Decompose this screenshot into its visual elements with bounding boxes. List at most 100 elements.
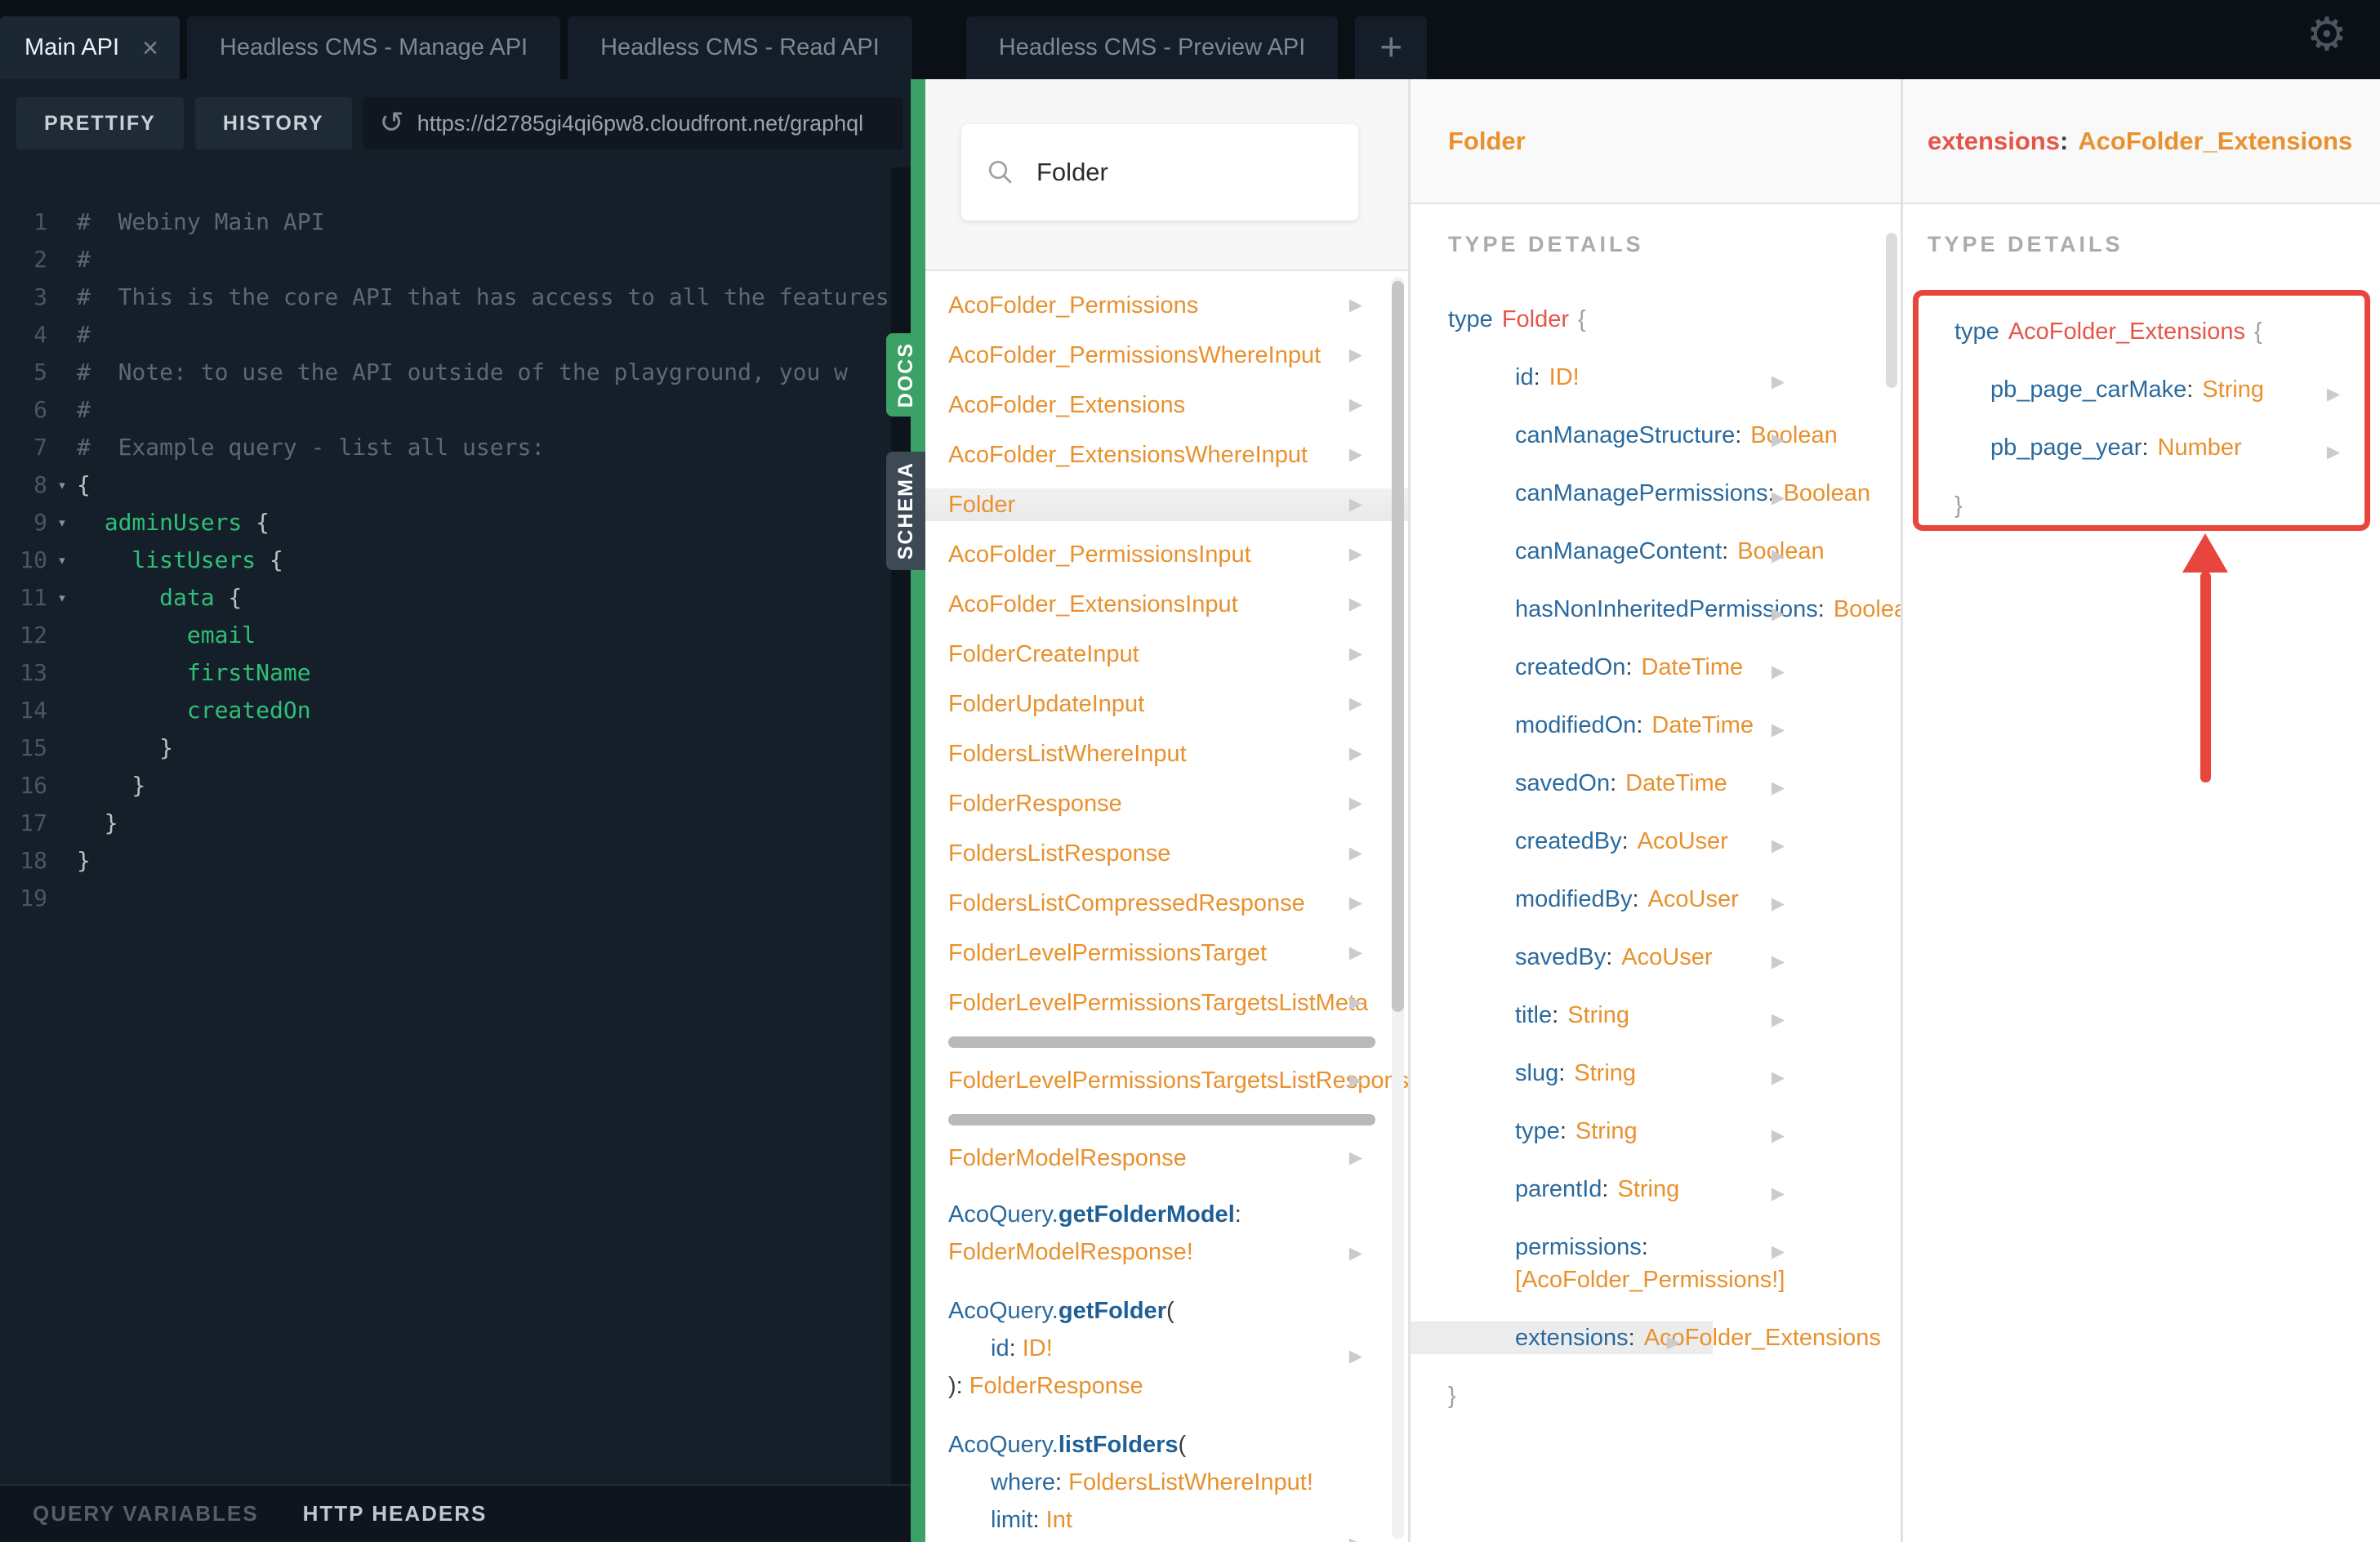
- fold-marker-icon[interactable]: [47, 617, 77, 654]
- http-headers-tab[interactable]: HTTP HEADERS: [303, 1501, 488, 1526]
- fold-marker-icon[interactable]: ▾: [47, 504, 77, 541]
- docs-type-row[interactable]: FolderLevelPermissionsTargetsListMeta ▶: [948, 987, 1408, 1019]
- field-row[interactable]: slug: String ▶: [1448, 1057, 1817, 1090]
- reload-icon[interactable]: ↺: [380, 109, 404, 138]
- fold-marker-icon[interactable]: [47, 767, 77, 804]
- docs-list-item: FoldersListWhereInput ▶: [948, 738, 1408, 770]
- fold-marker-icon[interactable]: [47, 729, 77, 767]
- docs-type-row[interactable]: AcoFolder_Extensions ▶: [948, 389, 1408, 421]
- tab-main-api[interactable]: Main API ×: [0, 16, 180, 79]
- docs-type-row[interactable]: FolderCreateInput ▶: [948, 638, 1408, 671]
- endpoint-url-input[interactable]: ↺ https://d2785gi4qi6pw8.cloudfront.net/…: [363, 97, 903, 149]
- fold-marker-icon[interactable]: [47, 804, 77, 842]
- code-line[interactable]: 18 }: [0, 842, 911, 880]
- code-line[interactable]: 11 ▾ data {: [0, 579, 911, 617]
- fold-marker-icon[interactable]: ▾: [47, 466, 77, 504]
- field-row[interactable]: createdBy: AcoUser ▶: [1448, 825, 1817, 858]
- new-tab-button[interactable]: +: [1355, 16, 1428, 79]
- docs-type-row[interactable]: FolderResponse ▶: [948, 787, 1408, 820]
- tab-headless-cms-preview-api[interactable]: Headless CMS - Preview API: [965, 16, 1339, 79]
- horizontal-scrollbar[interactable]: [948, 1036, 1375, 1048]
- code-line[interactable]: 9 ▾ adminUsers {: [0, 504, 911, 541]
- field-row[interactable]: pb_page_year: Number ▶: [1954, 431, 2364, 464]
- docs-side-tab[interactable]: DOCS: [886, 333, 925, 417]
- field-row[interactable]: pb_page_carMake: String ▶: [1954, 373, 2364, 406]
- docs-type-row[interactable]: Folder ▶: [925, 488, 1408, 521]
- code-line[interactable]: 5 # Note: to use the API outside of the …: [0, 354, 911, 391]
- query-entry-getFolderModel[interactable]: AcoQuery.getFolderModel: FolderModelResp…: [948, 1196, 1408, 1271]
- code-editor[interactable]: 1 # Webiny Main API 2 # 3 # This is the …: [0, 167, 911, 1484]
- query-entry-getFolder[interactable]: AcoQuery.getFolder( id: ID! ): FolderRes…: [948, 1292, 1408, 1405]
- docs-type-row[interactable]: AcoFolder_PermissionsWhereInput ▶: [948, 339, 1408, 372]
- field-row[interactable]: extensions: AcoFolder_Extensions ▶: [1411, 1321, 1881, 1354]
- docs-type-row[interactable]: FoldersListResponse ▶: [948, 837, 1408, 870]
- field-row[interactable]: permissions:[AcoFolder_Permissions!] ▶: [1448, 1231, 1817, 1296]
- fold-marker-icon[interactable]: [47, 654, 77, 692]
- tab-headless-cms-manage-api[interactable]: Headless CMS - Manage API: [186, 16, 561, 79]
- code-line[interactable]: 14 createdOn: [0, 692, 911, 729]
- code-line[interactable]: 7 # Example query - list all users:: [0, 429, 911, 466]
- field-row[interactable]: parentId: String ▶: [1448, 1173, 1817, 1206]
- fold-marker-icon[interactable]: [47, 842, 77, 880]
- docs-type-row[interactable]: FoldersListCompressedResponse ▶: [948, 887, 1408, 920]
- fold-marker-icon[interactable]: [47, 692, 77, 729]
- horizontal-scrollbar[interactable]: [948, 1114, 1375, 1125]
- code-line[interactable]: 4 #: [0, 316, 911, 354]
- fold-marker-icon[interactable]: ▾: [47, 579, 77, 617]
- field-row[interactable]: modifiedBy: AcoUser ▶: [1448, 883, 1817, 916]
- field-row[interactable]: savedOn: DateTime ▶: [1448, 767, 1817, 800]
- scrollbar-thumb[interactable]: [1886, 233, 1897, 388]
- code-line[interactable]: 12 email: [0, 617, 911, 654]
- code-line[interactable]: 8 ▾ {: [0, 466, 911, 504]
- field-row[interactable]: canManagePermissions: Boolean ▶: [1448, 477, 1870, 510]
- code-line[interactable]: 2 #: [0, 241, 911, 279]
- field-row[interactable]: canManageContent: Boolean ▶: [1448, 535, 1825, 568]
- fold-marker-icon[interactable]: [47, 203, 77, 241]
- code-line[interactable]: 15 }: [0, 729, 911, 767]
- schema-side-tab[interactable]: SCHEMA: [886, 452, 925, 570]
- field-row[interactable]: title: String ▶: [1448, 999, 1817, 1032]
- close-icon[interactable]: ×: [142, 34, 158, 62]
- field-row[interactable]: savedBy: AcoUser ▶: [1448, 941, 1817, 974]
- prettify-button[interactable]: PRETTIFY: [16, 97, 184, 149]
- fold-marker-icon[interactable]: [47, 429, 77, 466]
- docs-type-row[interactable]: AcoFolder_ExtensionsInput ▶: [948, 588, 1408, 621]
- code-line[interactable]: 16 }: [0, 767, 911, 804]
- fold-marker-icon[interactable]: [47, 241, 77, 279]
- fold-marker-icon[interactable]: [47, 354, 77, 391]
- code-line[interactable]: 10 ▾ listUsers {: [0, 541, 911, 579]
- query-entry-listFolders[interactable]: AcoQuery.listFolders( where: FoldersList…: [948, 1426, 1408, 1542]
- field-row[interactable]: id: ID! ▶: [1448, 361, 1817, 394]
- fold-marker-icon[interactable]: [47, 316, 77, 354]
- docs-type-row[interactable]: FolderLevelPermissionsTargetsListRespons…: [948, 1064, 1408, 1097]
- docs-type-row[interactable]: AcoFolder_Permissions ▶: [948, 289, 1408, 322]
- tab-headless-cms-read-api[interactable]: Headless CMS - Read API: [568, 16, 912, 79]
- code-line[interactable]: 6 #: [0, 391, 911, 429]
- pane-divider[interactable]: [911, 79, 925, 1542]
- fold-marker-icon[interactable]: [47, 279, 77, 316]
- field-row[interactable]: type: String ▶: [1448, 1115, 1817, 1148]
- docs-type-row[interactable]: FolderUpdateInput ▶: [948, 688, 1408, 720]
- scrollbar-thumb[interactable]: [1392, 281, 1404, 1012]
- query-variables-tab[interactable]: QUERY VARIABLES: [33, 1501, 259, 1526]
- code-line[interactable]: 1 # Webiny Main API: [0, 203, 911, 241]
- field-row[interactable]: createdOn: DateTime ▶: [1448, 651, 1817, 684]
- docs-type-row[interactable]: AcoFolder_ExtensionsWhereInput ▶: [948, 439, 1408, 471]
- settings-gear-icon[interactable]: ⚙: [2306, 8, 2347, 61]
- search-input[interactable]: Folder: [961, 124, 1358, 221]
- field-row[interactable]: canManageStructure: Boolean ▶: [1448, 419, 1838, 452]
- docs-type-row[interactable]: FoldersListWhereInput ▶: [948, 738, 1408, 770]
- code-line[interactable]: 13 firstName: [0, 654, 911, 692]
- fold-marker-icon[interactable]: ▾: [47, 541, 77, 579]
- fold-marker-icon[interactable]: [47, 880, 77, 917]
- docs-type-row[interactable]: FolderModelResponse ▶: [948, 1142, 1408, 1174]
- field-row[interactable]: modifiedOn: DateTime ▶: [1448, 709, 1817, 742]
- field-row[interactable]: hasNonInheritedPermissions:Boolean ▶: [1448, 593, 1901, 626]
- fold-marker-icon[interactable]: [47, 391, 77, 429]
- docs-type-row[interactable]: AcoFolder_PermissionsInput ▶: [948, 538, 1408, 571]
- history-button[interactable]: HISTORY: [194, 97, 352, 149]
- code-line[interactable]: 19: [0, 880, 911, 917]
- code-line[interactable]: 17 }: [0, 804, 911, 842]
- code-line[interactable]: 3 # This is the core API that has access…: [0, 279, 911, 316]
- docs-type-row[interactable]: FolderLevelPermissionsTarget ▶: [948, 937, 1408, 969]
